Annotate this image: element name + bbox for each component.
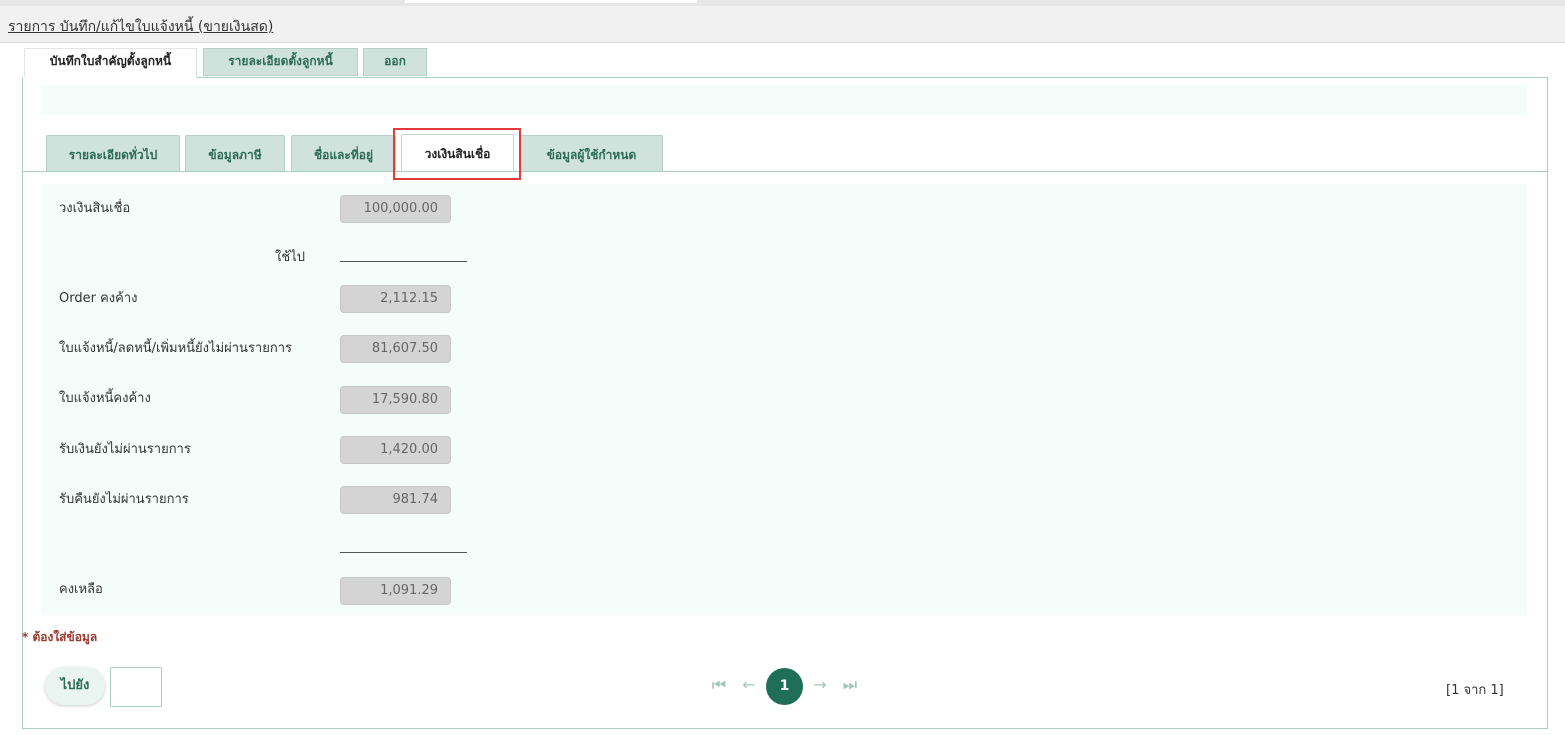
used-label: ใช้ไป [275, 250, 305, 265]
title-bar: รายการ บันทึก/แก้ไขใบแจ้งหนี้ (ขายเงินสด… [0, 6, 1565, 43]
prev-page-icon[interactable]: ← [739, 675, 759, 694]
subtab-user-defined[interactable]: ข้อมูลผู้ใช้กำหนด [520, 135, 663, 171]
total-underline [340, 552, 467, 553]
go-to-page-button[interactable]: ไปยัง [45, 667, 105, 705]
tab-debtor-voucher[interactable]: บันทึกใบสำคัญตั้งลูกหนี้ [24, 48, 197, 77]
return-pending-field[interactable]: 981.74 [340, 486, 451, 514]
page-title[interactable]: รายการ บันทึก/แก้ไขใบแจ้งหนี้ (ขายเงินสด… [8, 16, 273, 38]
subtab-name-address[interactable]: ชื่อและที่อยู่ [291, 135, 396, 171]
return-pending-label: รับคืนยังไม่ผ่านรายการ [59, 492, 189, 507]
used-underline [340, 261, 467, 262]
invoice-outstanding-label: ใบแจ้งหนี้คงค้าง [59, 391, 151, 406]
credit-limit-label: วงเงินสินเชื่อ [59, 201, 131, 216]
tab-debtor-details[interactable]: รายละเอียดตั้งลูกหนี้ [203, 48, 358, 76]
selection-highlight [393, 128, 521, 180]
next-page-icon[interactable]: → [810, 675, 830, 694]
credit-limit-field[interactable]: 100,000.00 [340, 195, 451, 223]
subtab-tax[interactable]: ข้อมูลภาษี [185, 135, 285, 171]
go-to-page-input[interactable] [110, 667, 162, 707]
last-page-icon[interactable]: ⏭ [840, 675, 860, 695]
page-info: [1 จาก 1] [1446, 683, 1504, 698]
receipt-pending-field[interactable]: 1,420.00 [340, 436, 451, 464]
balance-field[interactable]: 1,091.29 [340, 577, 451, 605]
required-note: * ต้องใส่ข้อมูล [22, 630, 98, 644]
tab-exit[interactable]: ออก [363, 48, 427, 76]
receipt-pending-label: รับเงินยังไม่ผ่านรายการ [59, 442, 191, 457]
subtab-general[interactable]: รายละเอียดทั่วไป [46, 135, 180, 171]
first-page-icon[interactable]: ⏮ [709, 675, 729, 695]
invoice-pending-label: ใบแจ้งหนี้/ลดหนี้/เพิ่มหนี้ยังไม่ผ่านราย… [59, 341, 292, 356]
order-field[interactable]: 2,112.15 [340, 285, 451, 313]
invoice-outstanding-field[interactable]: 17,590.80 [340, 386, 451, 414]
invoice-pending-field[interactable]: 81,607.50 [340, 335, 451, 363]
header-info-bar [42, 85, 1527, 115]
subtab-divider [23, 171, 1547, 172]
current-page-button[interactable]: 1 [766, 668, 803, 705]
order-label: Order คงค้าง [59, 291, 138, 306]
balance-label: คงเหลือ [59, 582, 103, 597]
